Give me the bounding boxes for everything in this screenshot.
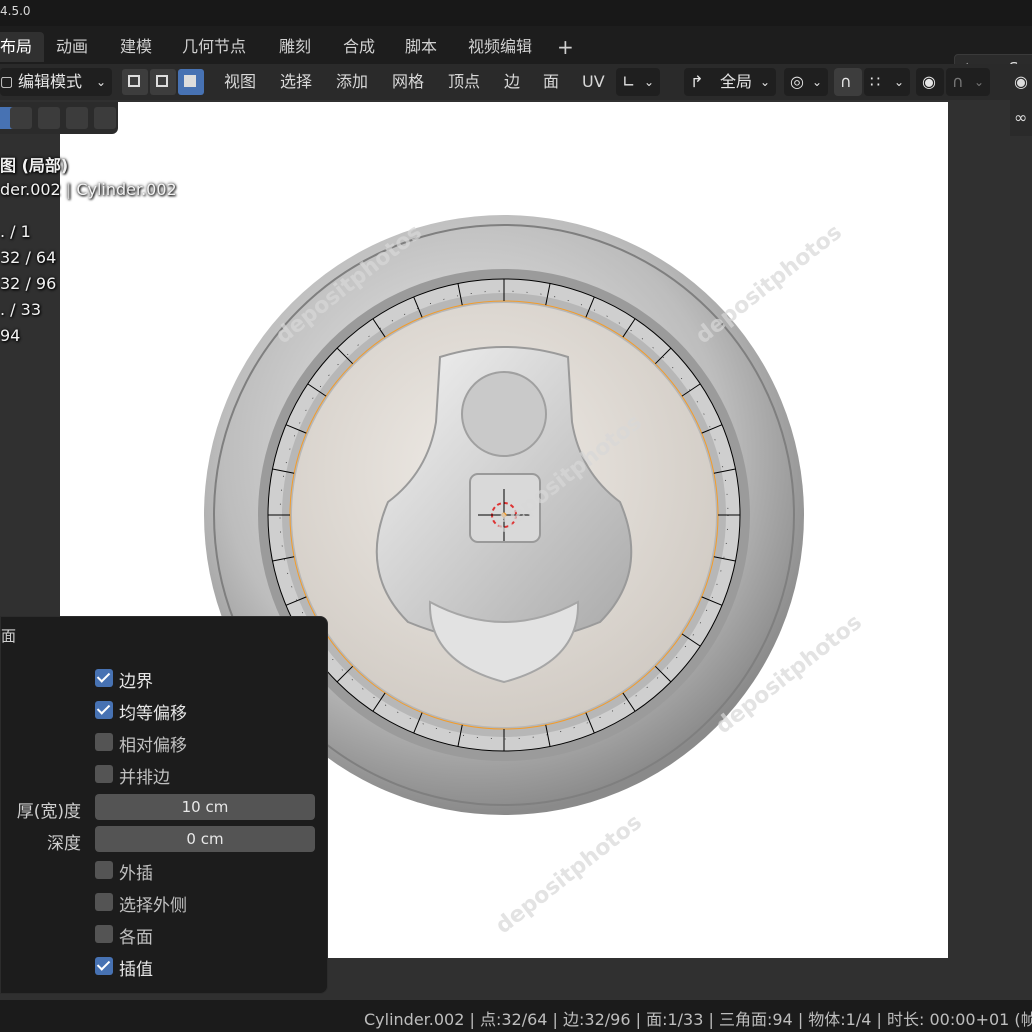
menu-edge[interactable]: 边 (504, 68, 520, 96)
stat-triangles: 94 (0, 326, 21, 345)
checkbox-icon (95, 701, 113, 719)
vertex-select-button[interactable] (122, 69, 148, 95)
checkbox-label: 边界 (119, 672, 153, 692)
tab-sculpting[interactable]: 雕刻 (267, 32, 323, 62)
snap-toggle[interactable]: ∩ (834, 68, 862, 96)
falloff-curve-icon: ∩ (952, 72, 964, 91)
vertex-select-icon (128, 75, 140, 87)
select-extend-button[interactable] (10, 107, 32, 129)
object-info: der.002 | Cylinder.002 (0, 180, 177, 199)
stat-objects: . / 1 (0, 222, 31, 241)
panel-title[interactable]: 面 (1, 625, 16, 646)
grid-snap-icon: ∷ (870, 72, 881, 91)
pivot-point-dropdown[interactable]: ◎ ⌄ (784, 68, 828, 96)
menu-uv[interactable]: UV (582, 68, 605, 96)
curve-icon: ∟ (622, 72, 636, 91)
select-intersect-button[interactable] (94, 107, 116, 129)
uv-sync-dropdown[interactable]: ∟ ⌄ (616, 68, 660, 96)
menu-face[interactable]: 面 (543, 68, 559, 96)
view-name: 图 (局部) (0, 156, 69, 175)
depth-field[interactable]: 0 cm (95, 826, 315, 852)
select-subtract-button[interactable] (38, 107, 60, 129)
edit-mode-icon: ▢ (0, 74, 14, 90)
visibility-icon[interactable]: ◉ (1014, 72, 1028, 91)
navigation-gizmo-area: ◉ ∞ (1010, 64, 1032, 136)
orientation-axis-icon: ↱ (690, 72, 704, 91)
menu-add[interactable]: 添加 (336, 68, 368, 96)
tab-compositing[interactable]: 合成 (331, 32, 387, 62)
menu-mesh[interactable]: 网格 (392, 68, 424, 96)
proportional-edit-toggle[interactable]: ◉ (916, 68, 944, 96)
chevron-down-icon: ⌄ (894, 75, 905, 89)
checkbox-icon (95, 669, 113, 687)
version-label: 4.5.0 (0, 4, 31, 18)
snap-target-dropdown[interactable]: ∷ ⌄ (864, 68, 910, 96)
mode-selector[interactable]: ▢ 编辑模式 ⌄ (0, 68, 112, 96)
checkbox-label: 插值 (119, 960, 153, 980)
select-invert-button[interactable] (66, 107, 88, 129)
checkbox-icon (95, 765, 113, 783)
face-select-icon (184, 75, 196, 87)
chevron-down-icon: ⌄ (96, 75, 107, 89)
checkbox-icon (95, 733, 113, 751)
checkbox-label: 各面 (119, 928, 153, 948)
tab-scripting[interactable]: 脚本 (393, 32, 449, 62)
face-select-button[interactable] (178, 69, 204, 95)
tab-animation[interactable]: 动画 (44, 32, 100, 62)
checkbox-icon (95, 893, 113, 911)
stat-faces: . / 33 (0, 300, 42, 319)
proportional-edit-icon: ◉ (922, 72, 936, 91)
workspace-tabs: 布局 动画 建模 几何节点 雕刻 合成 脚本 视频编辑 + ▲ ⌄ Sc (0, 26, 1032, 84)
status-text: Cylinder.002 | 点:32/64 | 边:32/96 | 面:1/3… (364, 1010, 1032, 1029)
menu-vertex[interactable]: 顶点 (448, 68, 480, 96)
menu-select[interactable]: 选择 (280, 68, 312, 96)
chevron-down-icon: ⌄ (760, 75, 771, 89)
tab-modeling[interactable]: 建模 (108, 32, 164, 62)
checkbox-label: 选择外侧 (119, 896, 187, 916)
tab-geometry-nodes[interactable]: 几何节点 (170, 32, 258, 62)
orientation-label: 全局 (720, 72, 753, 91)
object-collection: der.002 (0, 180, 61, 199)
magnet-icon: ∩ (840, 72, 852, 91)
title-bar: 4.5.0 (0, 0, 1032, 26)
object-name: Cylinder.002 (76, 180, 177, 199)
chevron-down-icon: ⌄ (812, 75, 823, 89)
chevron-down-icon: ⌄ (974, 75, 985, 89)
checkbox-icon (95, 957, 113, 975)
inset-faces-panel: 面 边界 均等偏移 相对偏移 并排边 厚(宽)度 10 cm 深度 0 cm 外… (0, 616, 328, 994)
add-workspace-button[interactable]: + (545, 32, 586, 62)
checkbox-icon (95, 861, 113, 879)
stat-vertices: 32 / 64 (0, 248, 57, 267)
tab-video-editing[interactable]: 视频编辑 (456, 32, 544, 62)
pivot-icon: ◎ (790, 72, 804, 91)
stat-edges: 32 / 96 (0, 274, 57, 293)
checkbox-icon (95, 925, 113, 943)
overlay-icon[interactable]: ∞ (1014, 108, 1027, 127)
viewport-header: ▢ 编辑模式 ⌄ 视图 选择 添加 网格 顶点 边 面 UV ∟ ⌄ ↱ 全局 … (0, 64, 1032, 100)
mode-label: 编辑模式 (18, 72, 83, 91)
checkbox-label: 外插 (119, 864, 153, 884)
falloff-dropdown[interactable]: ∩ ⌄ (946, 68, 990, 96)
checkbox-label: 均等偏移 (119, 704, 187, 724)
transform-orientation-dropdown[interactable]: ↱ 全局 ⌄ (684, 68, 776, 96)
checkbox-label: 并排边 (119, 768, 170, 788)
chevron-down-icon: ⌄ (644, 75, 655, 89)
menu-view[interactable]: 视图 (224, 68, 256, 96)
checkbox-label: 相对偏移 (119, 736, 187, 756)
tab-layout[interactable]: 布局 (0, 32, 45, 62)
status-bar: Cylinder.002 | 点:32/64 | 边:32/96 | 面:1/3… (0, 1000, 1032, 1032)
depth-label: 深度 (47, 834, 81, 854)
select-box-modes (0, 102, 118, 134)
edge-select-button[interactable] (150, 69, 176, 95)
edge-select-icon (156, 75, 168, 87)
thickness-field[interactable]: 10 cm (95, 794, 315, 820)
thickness-label: 厚(宽)度 (16, 802, 81, 822)
